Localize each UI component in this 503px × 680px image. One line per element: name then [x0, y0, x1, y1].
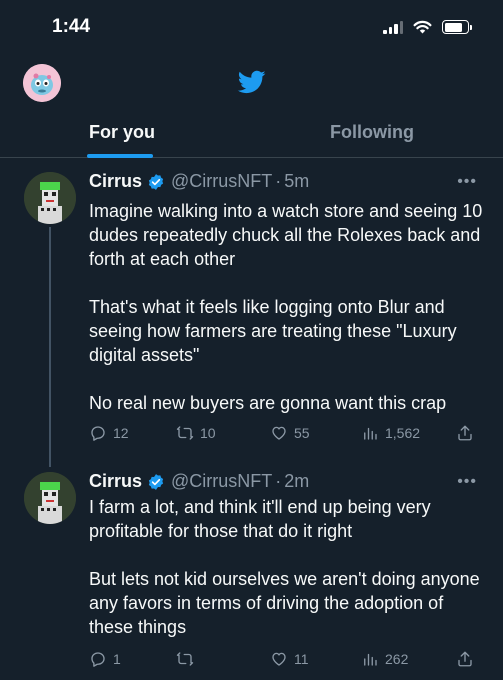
retweet-button[interactable]: 10	[176, 424, 216, 442]
status-icons	[383, 20, 472, 34]
reply-count: 1	[113, 651, 121, 667]
views-count: 262	[385, 651, 409, 667]
views-count: 1,562	[385, 425, 421, 441]
like-icon	[272, 426, 286, 440]
views-button[interactable]: 1,562	[361, 424, 420, 442]
like-icon	[272, 652, 286, 666]
tweet-text: Imagine walking into a watch store and s…	[89, 199, 489, 415]
timeline-tabs: For you Following	[0, 112, 503, 158]
tweet-avatar[interactable]	[24, 172, 76, 224]
verified-badge-icon	[148, 173, 164, 190]
views-button[interactable]: 262	[361, 650, 408, 668]
verified-badge-icon	[148, 473, 164, 490]
tweet-actions: 12 10 55 1,562	[89, 424, 479, 444]
tweet-paragraph: That's what it feels like logging onto B…	[89, 297, 457, 365]
reply-icon	[91, 652, 105, 667]
tweet-paragraph: I farm a lot, and think it'll end up bei…	[89, 497, 431, 541]
retweet-count: 10	[200, 425, 216, 441]
twitter-bird-icon[interactable]	[236, 68, 268, 96]
author-name[interactable]: Cirrus	[89, 471, 142, 492]
views-icon	[364, 653, 377, 666]
tab-following[interactable]: Following	[330, 122, 414, 143]
retweet-button[interactable]	[176, 650, 200, 668]
share-icon	[458, 425, 472, 441]
views-icon	[364, 427, 377, 440]
tweet-header: Cirrus @CirrusNFT · 2m	[89, 471, 309, 492]
share-icon	[458, 651, 472, 667]
signal-icon	[383, 20, 403, 34]
status-time: 1:44	[52, 16, 91, 37]
tweet-paragraph: No real new buyers are gonna want this c…	[89, 393, 447, 413]
tweet-paragraph: But lets not kid ourselves we aren't doi…	[89, 569, 480, 637]
like-count: 55	[294, 425, 310, 441]
share-button[interactable]	[456, 424, 474, 442]
profile-avatar[interactable]	[23, 64, 61, 102]
tweet-header: Cirrus @CirrusNFT · 5m	[89, 171, 309, 192]
more-options-icon[interactable]: •••	[457, 173, 477, 191]
like-button[interactable]: 55	[270, 424, 310, 442]
tweet-avatar[interactable]	[24, 472, 76, 524]
retweet-icon	[176, 652, 194, 666]
author-name[interactable]: Cirrus	[89, 171, 142, 192]
tweet-time[interactable]: 5m	[284, 171, 309, 192]
separator-dot: ·	[275, 171, 282, 191]
thread-connector-line	[49, 227, 51, 467]
tweet-time[interactable]: 2m	[284, 471, 309, 492]
tab-for-you[interactable]: For you	[89, 122, 155, 143]
author-handle[interactable]: @CirrusNFT	[171, 171, 272, 192]
reply-count: 12	[113, 425, 129, 441]
tab-selected-indicator	[87, 154, 153, 158]
retweet-icon	[176, 426, 194, 440]
tweet-actions: 1 11 262	[89, 650, 479, 670]
reply-button[interactable]: 12	[89, 424, 129, 442]
like-button[interactable]: 11	[270, 650, 309, 668]
reply-button[interactable]: 1	[89, 650, 121, 668]
battery-icon	[442, 20, 472, 34]
more-options-icon[interactable]: •••	[457, 473, 477, 491]
author-handle[interactable]: @CirrusNFT	[171, 471, 272, 492]
share-button[interactable]	[456, 650, 474, 668]
reply-icon	[91, 426, 105, 441]
like-count: 11	[294, 651, 309, 667]
separator-dot: ·	[275, 471, 282, 491]
wifi-icon	[413, 20, 432, 34]
tweet-text: I farm a lot, and think it'll end up bei…	[89, 495, 489, 639]
tweet-paragraph: Imagine walking into a watch store and s…	[89, 201, 483, 269]
status-bar: 1:44	[0, 0, 503, 50]
